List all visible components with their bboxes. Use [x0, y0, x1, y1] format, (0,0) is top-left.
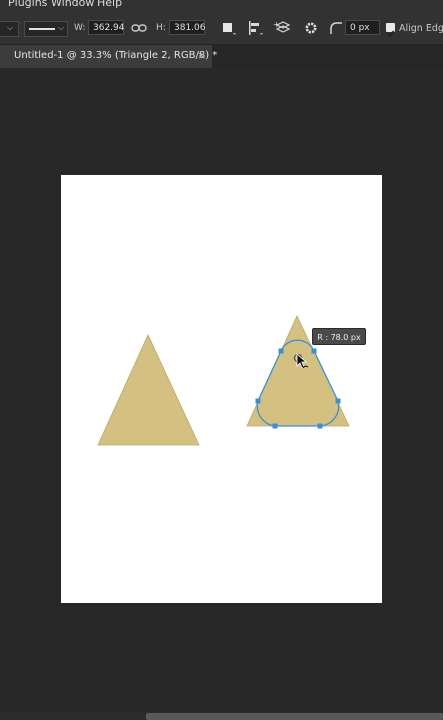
canvas-shapes: [97, 315, 350, 446]
anchor-handle[interactable]: [311, 348, 317, 354]
anchor-handle[interactable]: [272, 423, 278, 429]
anchor-handle[interactable]: [278, 348, 284, 354]
anchor-handle[interactable]: [335, 398, 341, 404]
triangle-1[interactable]: [97, 334, 200, 446]
scrollbar-thumb[interactable]: [146, 713, 443, 720]
anchor-handle[interactable]: [255, 398, 261, 404]
radius-tooltip: R : 78.0 px: [312, 328, 366, 345]
rounded-corner-preview-path: [256, 339, 340, 427]
anchor-handle[interactable]: [317, 423, 323, 429]
